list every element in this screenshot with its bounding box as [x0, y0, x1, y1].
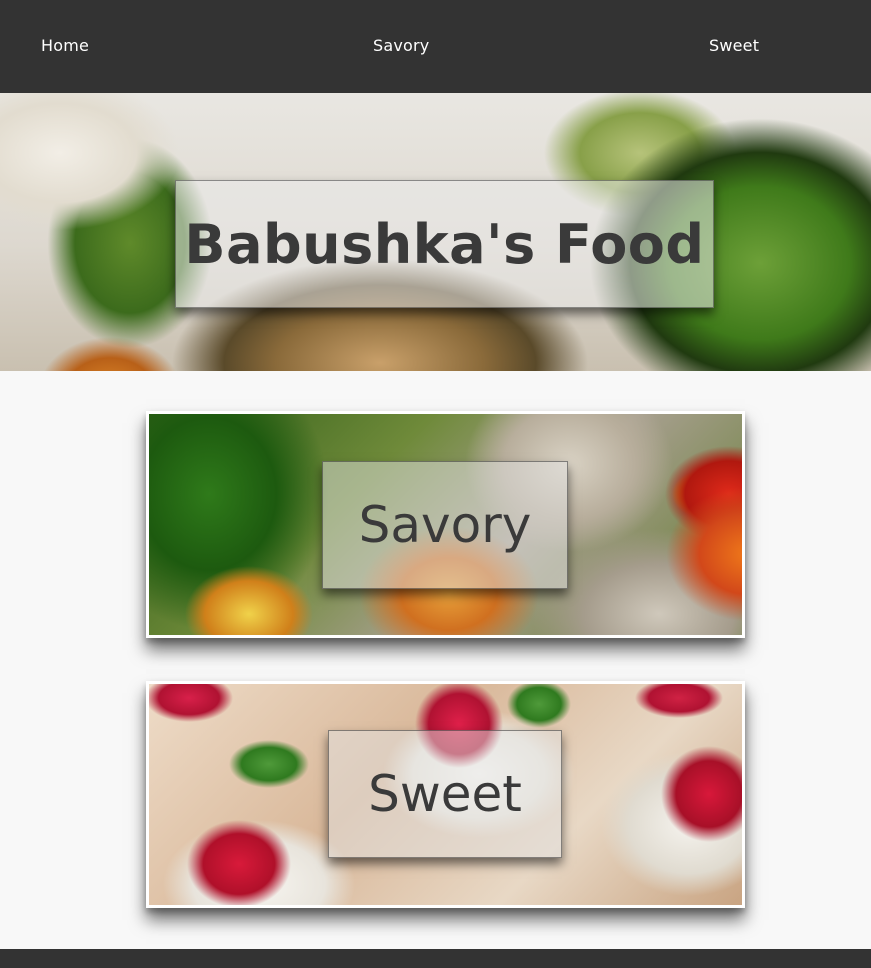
page-title: Babushka's Food [184, 212, 705, 276]
savory-category-card[interactable]: Savory [146, 411, 745, 638]
savory-card-label: Savory [358, 496, 532, 554]
sweet-card-label: Sweet [368, 765, 522, 823]
nav-home-link[interactable]: Home [41, 36, 89, 55]
page-footer [0, 949, 871, 968]
sweet-category-card[interactable]: Sweet [146, 681, 745, 908]
nav-savory-link[interactable]: Savory [373, 36, 429, 55]
nav-sweet-link[interactable]: Sweet [709, 36, 759, 55]
sweet-label-box: Sweet [328, 730, 562, 858]
hero-banner-image: Babushka's Food [0, 93, 871, 371]
savory-label-box: Savory [322, 461, 568, 589]
top-navbar: Home Savory Sweet [0, 0, 871, 93]
hero-title-box: Babushka's Food [175, 180, 714, 308]
